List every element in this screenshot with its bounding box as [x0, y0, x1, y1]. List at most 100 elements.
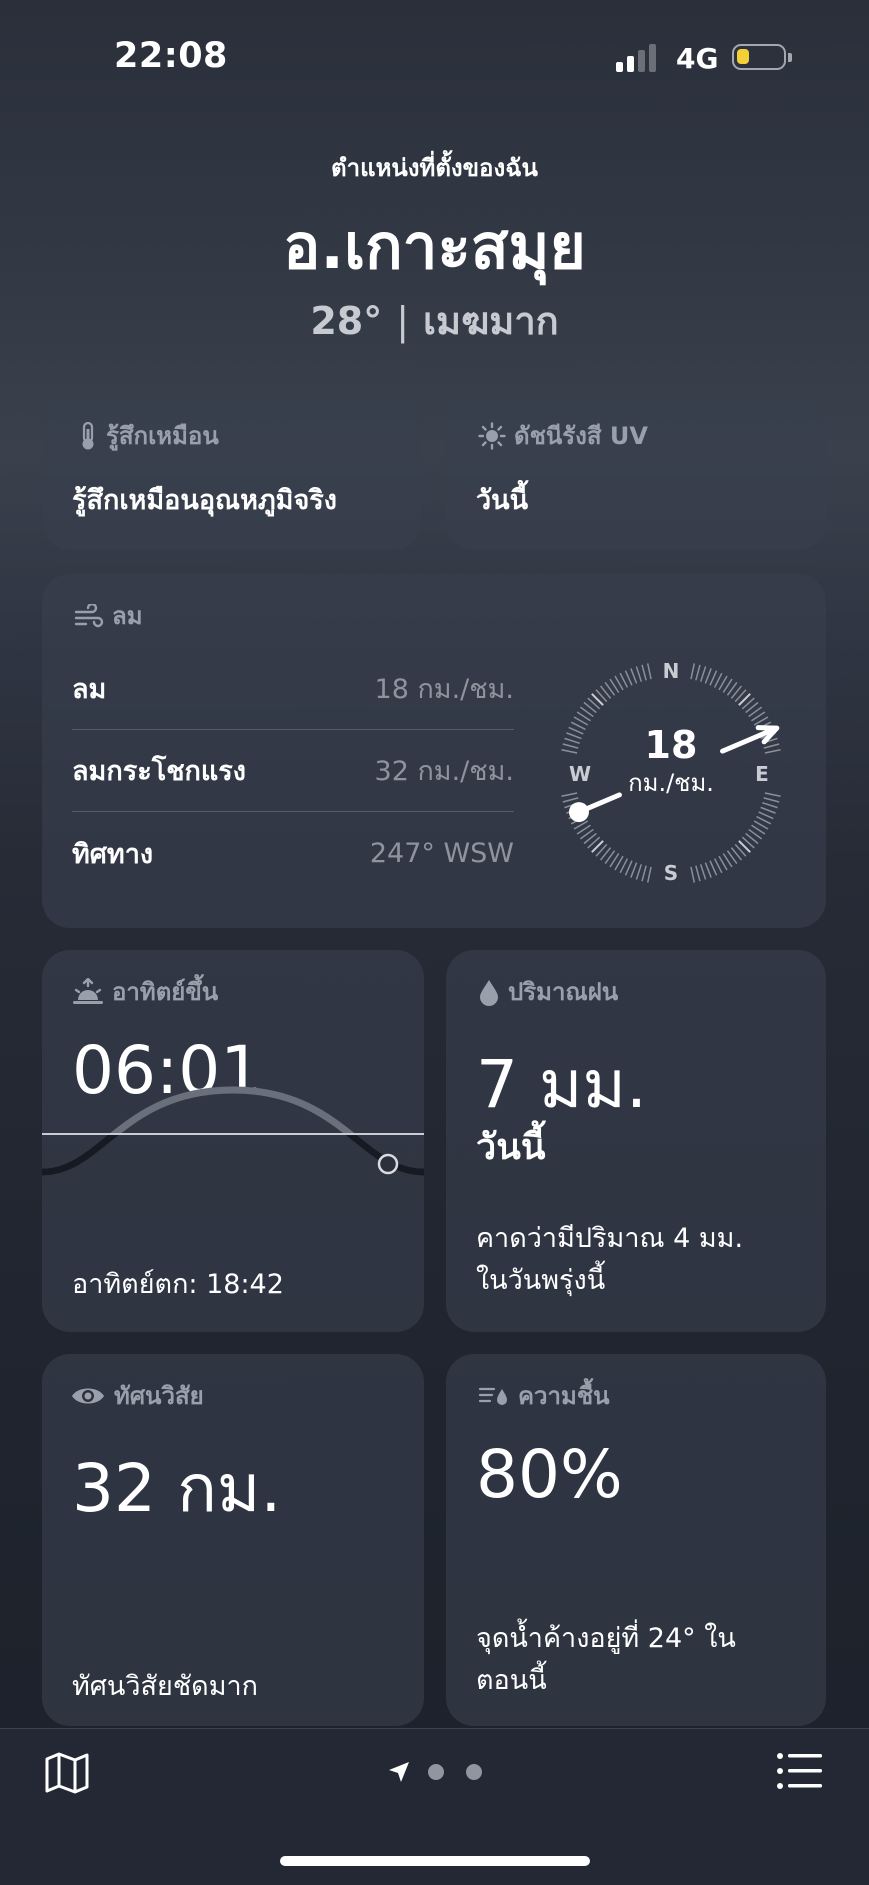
compass-tick — [646, 866, 652, 883]
precip-forecast-line2: ในวันพรุ่งนี้ — [476, 1265, 606, 1296]
humidity-desc-line1: จุดน้ำค้างอยู่ที่ 24° ใน — [476, 1623, 736, 1654]
list-icon[interactable] — [776, 1751, 824, 1791]
compass-n: N — [663, 659, 680, 683]
compass-unit: กม./ชม. — [628, 769, 714, 797]
compass-tick — [561, 792, 578, 798]
wind-rows: ลม 18 กม./ชม. ลมกระโชกแรง 32 กม./ชม. ทิศ… — [72, 648, 514, 894]
compass-tick — [709, 860, 718, 876]
wind-card[interactable]: ลม ลม 18 กม./ชม. ลมกระโชกแรง 32 กม./ชม. … — [42, 574, 826, 928]
wind-row-direction: ทิศทาง 247° WSW — [72, 812, 514, 894]
compass-tick — [624, 670, 633, 686]
city-name: อ.เกาะสมุย — [283, 210, 586, 283]
my-location-label: ตำแหน่งที่ตั้งของฉัน — [331, 154, 538, 182]
compass-tick — [760, 806, 776, 814]
current-condition: เมฆมาก — [423, 299, 559, 343]
visibility-desc: ทัศนวิสัยชัดมาก — [72, 1671, 259, 1702]
wind-row-value: 18 กม./ชม. — [374, 674, 514, 705]
uv-title-text: ดัชนีรังสี UV — [514, 422, 648, 450]
wind-icon — [74, 603, 104, 627]
compass-tick — [758, 811, 774, 820]
compass-s: S — [664, 861, 678, 885]
compass-tick — [641, 664, 647, 681]
compass-w: W — [569, 762, 591, 786]
wind-row-gust: ลมกระโชกแรง 32 กม./ชม. — [72, 730, 514, 812]
compass-speed: 18 — [645, 723, 698, 767]
uv-index-card[interactable]: ดัชนีรังสี UV วันนี้ — [446, 394, 826, 550]
compass-tick — [763, 797, 780, 803]
network-type: 4G — [676, 42, 719, 75]
uv-text: วันนี้ — [476, 485, 529, 516]
humidity-desc-line2: ตอนนี้ — [476, 1665, 547, 1696]
wind-row-speed: ลม 18 กม./ชม. — [72, 648, 514, 730]
wind-row-label: ทิศทาง — [72, 838, 154, 870]
compass-tick — [699, 864, 707, 880]
sunrise-card[interactable]: อาทิตย์ขึ้น 06:01 อาทิตย์ตก: 18:42 — [42, 950, 424, 1332]
precip-forecast-line1: คาดว่ามีปริมาณ 4 มม. — [476, 1223, 744, 1254]
compass-tick — [630, 862, 638, 878]
humidity-card[interactable]: ความชื้น 80% จุดน้ำค้างอยู่ที่ 24° ใน ตอ… — [446, 1354, 826, 1726]
wind-row-label: ลม — [72, 674, 107, 705]
eye-icon — [72, 1388, 104, 1403]
compass-tick — [641, 865, 647, 882]
compass-tick — [695, 865, 701, 882]
sun-path-graph — [42, 1086, 424, 1176]
compass-tick — [764, 792, 781, 798]
humidity-icon — [478, 1387, 507, 1405]
visibility-card[interactable]: ทัศนวิสัย 32 กม. ทัศนวิสัยชัดมาก — [42, 1354, 424, 1726]
visibility-title-text: ทัศนวิสัย — [114, 1382, 204, 1410]
feels-like-card[interactable]: รู้สึกเหมือน รู้สึกเหมือนอุณหภูมิจริง — [42, 394, 422, 550]
wind-title-text: ลม — [112, 602, 143, 630]
location-arrow-icon[interactable] — [388, 1761, 410, 1783]
wind-row-value: 247° WSW — [369, 837, 514, 869]
compass-tick — [624, 860, 633, 876]
visibility-value: 32 กม. — [72, 1450, 282, 1527]
humidity-title-text: ความชื้น — [518, 1382, 610, 1410]
compass-tick — [635, 666, 643, 682]
compass-tick — [704, 862, 712, 878]
precip-period: วันนี้ — [476, 1127, 546, 1168]
thermometer-icon — [82, 421, 94, 449]
arrow-tail-dot — [568, 802, 589, 823]
visibility-title: ทัศนวิสัย — [70, 1376, 204, 1415]
wind-row-value: 32 กม./ชม. — [374, 756, 514, 787]
sunrise-title: อาทิตย์ขึ้น — [72, 972, 218, 1011]
compass-tick — [562, 797, 579, 803]
wind-title: ลม — [74, 596, 143, 635]
compass-tick — [562, 743, 579, 749]
compass-tick — [564, 737, 580, 745]
signal-icon — [616, 44, 656, 72]
compass-tick — [762, 801, 778, 809]
compass-tick — [763, 743, 780, 749]
compass-tick — [764, 748, 781, 754]
wind-compass: N E S W 18 กม./ชม. — [561, 659, 781, 885]
precipitation-card[interactable]: ปริมาณฝน 7 มม. วันนี้ คาดว่ามีปริมาณ 4 ม… — [446, 950, 826, 1332]
wind-row-label: ลมกระโชกแรง — [72, 756, 246, 787]
humidity-title: ความชื้น — [478, 1376, 610, 1415]
compass-tick — [568, 726, 584, 735]
feels-like-title-text: รู้สึกเหมือน — [106, 422, 219, 450]
battery-cap — [788, 53, 792, 62]
compass-tick — [704, 668, 712, 684]
status-time: 22:08 — [114, 36, 228, 76]
sunrise-icon — [73, 977, 103, 1004]
compass-tick — [635, 864, 643, 880]
battery-icon — [732, 44, 786, 70]
sunrise-title-text: อาทิตย์ขึ้น — [112, 978, 219, 1006]
humidity-value: 80% — [476, 1436, 623, 1513]
weather-summary: 28° | เมฆมาก — [310, 299, 559, 343]
current-temp: 28° — [310, 299, 383, 343]
map-icon[interactable] — [44, 1751, 90, 1795]
precip-title-text: ปริมาณฝน — [508, 978, 619, 1006]
feels-like-text: รู้สึกเหมือนอุณหภูมิจริง — [72, 485, 337, 516]
raindrop-icon — [480, 979, 498, 1006]
compass-tick — [699, 666, 707, 682]
page-dot[interactable] — [428, 1764, 444, 1780]
page-dot[interactable] — [466, 1764, 482, 1780]
compass-tick — [630, 668, 638, 684]
compass-tick — [709, 670, 718, 686]
sun-position-marker — [377, 1153, 399, 1175]
sunset-time: อาทิตย์ตก: 18:42 — [72, 1269, 284, 1300]
compass-tick — [646, 663, 652, 680]
precip-title: ปริมาณฝน — [478, 972, 618, 1011]
compass-tick — [566, 732, 582, 740]
